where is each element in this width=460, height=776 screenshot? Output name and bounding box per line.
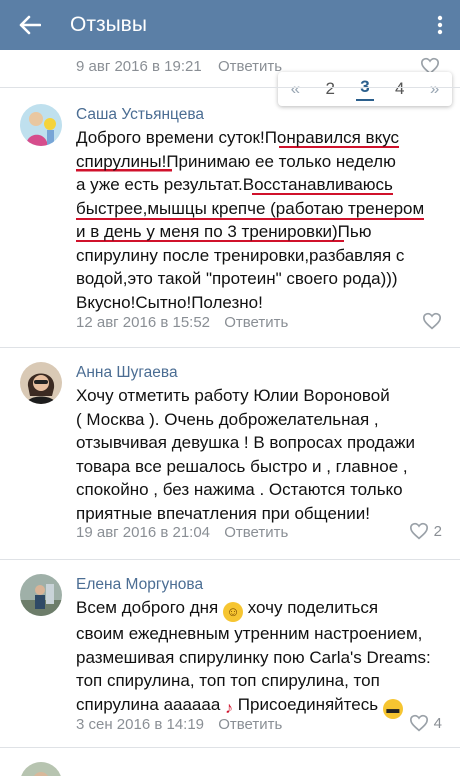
comment-line: спокойно , без нажима . Остаются только <box>76 480 403 499</box>
comment-line: топ спирулина, топ топ спирулина, топ <box>76 671 380 690</box>
comment-text: Всем доброго дня ☺ хочу поделиться своим… <box>76 596 448 719</box>
comment-date: 3 сен 2016 в 14:19 <box>76 716 205 733</box>
comment-line: и в день у меня по 3 тренировки)Пью <box>76 222 372 242</box>
avatar-image <box>20 574 62 616</box>
comment-line: водой,это такой "протеин" своего рода))) <box>76 269 398 288</box>
app-header: Отзывы <box>0 0 460 50</box>
comment-line: ( Москва ). Очень доброжелательная , <box>76 409 379 429</box>
comment-line: спирулину после тренировки,разбавляя с <box>76 245 405 265</box>
page-title: Отзывы <box>70 13 147 36</box>
comment-author[interactable]: Анна Шугаева <box>76 364 178 382</box>
comment-line: спирулины!Принимаю ее только неделю <box>76 151 396 172</box>
comment-line: Хочу отметить работу Юлии Вороновой <box>76 386 390 405</box>
comment-line: приятные впечатления при общении! <box>76 503 371 523</box>
comment-item: Елена Моргунова Всем доброго дня ☺ хочу … <box>0 560 460 766</box>
arrow-left-icon <box>19 15 41 35</box>
avatar[interactable] <box>20 574 62 616</box>
more-vertical-icon <box>437 15 443 35</box>
like-button[interactable]: 4 <box>409 714 442 732</box>
comment-line: быстрее,мышцы крепче (работаю тренером <box>76 198 425 220</box>
reply-button[interactable]: Ответить <box>218 716 282 733</box>
sunglasses-emoji-icon: ▬ <box>382 698 403 719</box>
like-button[interactable] <box>422 312 442 330</box>
back-button[interactable] <box>0 0 60 50</box>
comment-line: Всем доброго дня <box>76 598 219 617</box>
comment-text: Хочу отметить работу Юлии Вороновой ( Мо… <box>76 384 448 525</box>
heart-icon <box>422 312 442 330</box>
reply-button[interactable]: Ответить <box>218 58 282 75</box>
comment-line: а уже есть результат.Восстанавливаюсь <box>76 175 393 195</box>
comment-meta: 19 авг 2016 в 21:04 Ответить <box>76 524 288 541</box>
like-button[interactable]: 2 <box>409 522 442 540</box>
comment-author[interactable]: Елена Моргунова <box>76 576 203 594</box>
divider <box>0 747 460 748</box>
comment-date: 19 авг 2016 в 21:04 <box>76 524 211 541</box>
comments-list: 9 авг 2016 в 19:21 Ответить « 2 3 4 » Са… <box>0 50 460 776</box>
comment-meta: 12 авг 2016 в 15:52 Ответить <box>76 314 288 331</box>
heart-icon <box>409 522 428 540</box>
comment-meta: 3 сен 2016 в 14:19 Ответить <box>76 716 282 733</box>
comment-line: размешивая спирулинку пою Carla's Dreams… <box>76 647 431 667</box>
comment-author[interactable]: Саша Устьянцева <box>76 106 204 124</box>
reply-button[interactable]: Ответить <box>224 524 288 541</box>
avatar[interactable] <box>20 362 62 404</box>
comment-line: своим ежедневным утренним настроением, <box>76 624 423 643</box>
comment-line: Вкусно!Сытно!Полезно! <box>76 292 263 312</box>
comment-date: 12 авг 2016 в 15:52 <box>76 314 211 331</box>
more-menu-button[interactable] <box>420 0 460 50</box>
like-count: 2 <box>433 522 442 540</box>
smile-emoji-icon: ☺ <box>222 602 243 622</box>
comment-line: хочу поделиться <box>247 598 379 617</box>
comment-item: Саша Устьянцева Доброго времени суток!По… <box>0 88 460 348</box>
comment-line: товара все решалось быстро и , главное , <box>76 456 408 476</box>
like-count: 4 <box>433 714 442 732</box>
comment-line: Доброго времени суток!Понравился вкус <box>76 128 400 148</box>
comment-line: Присоединяйтесь <box>237 694 379 714</box>
heart-icon <box>409 714 428 732</box>
avatar[interactable] <box>20 104 62 146</box>
comment-date: 9 авг 2016 в 19:21 <box>76 58 202 75</box>
avatar-image <box>20 362 62 404</box>
comment-item: Анна Шугаева Хочу отметить работу Юлии В… <box>0 348 460 560</box>
comment-text: Доброго времени суток!Понравился вкус сп… <box>76 126 448 314</box>
comment-line: отзывчивая девушка ! В вопросах продажи <box>76 433 415 452</box>
comment-line: спирулина ааааaa <box>76 694 221 714</box>
avatar-image <box>20 104 62 146</box>
reply-button[interactable]: Ответить <box>224 314 288 331</box>
